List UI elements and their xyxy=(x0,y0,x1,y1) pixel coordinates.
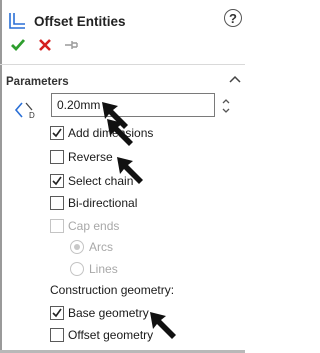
offset-entities-panel: Offset Entities ? Parameters D 0.20mm Ad… xyxy=(0,0,245,353)
pushpin-icon[interactable] xyxy=(64,38,80,52)
parameters-section-title: Parameters xyxy=(6,76,69,88)
cap-ends-label: Cap ends xyxy=(68,219,120,233)
base-geometry-option[interactable]: Base geometry xyxy=(50,306,149,320)
pointer-arrow-icon xyxy=(107,119,133,146)
offset-distance-icon: D xyxy=(14,102,35,120)
panel-title: Offset Entities xyxy=(34,13,126,29)
select-chain-checkbox[interactable] xyxy=(50,174,64,188)
lines-radio xyxy=(70,262,84,276)
action-bar xyxy=(10,38,92,52)
svg-text:D: D xyxy=(29,111,35,120)
construction-geometry-label: Construction geometry: xyxy=(50,283,175,297)
pointer-arrow-icon xyxy=(117,157,143,184)
arcs-option: Arcs xyxy=(70,240,113,254)
bi-directional-label: Bi-directional xyxy=(68,196,138,210)
offset-geometry-label: Offset geometry xyxy=(68,328,154,342)
offset-geometry-checkbox[interactable] xyxy=(50,328,64,342)
offset-entities-icon xyxy=(9,13,25,29)
cap-ends-option: Cap ends xyxy=(50,219,119,233)
bi-directional-option[interactable]: Bi-directional xyxy=(50,196,137,210)
arcs-label: Arcs xyxy=(89,240,113,254)
lines-label: Lines xyxy=(89,262,118,276)
offset-geometry-option[interactable]: Offset geometry xyxy=(50,328,153,342)
spinner-arrows-icon[interactable] xyxy=(220,96,232,116)
cancel-x-icon[interactable] xyxy=(38,38,52,52)
cap-ends-checkbox xyxy=(50,219,64,233)
lines-option: Lines xyxy=(70,262,118,276)
arcs-radio xyxy=(70,240,84,254)
help-icon[interactable]: ? xyxy=(224,9,242,27)
base-geometry-label: Base geometry xyxy=(68,306,149,320)
add-dimensions-checkbox[interactable] xyxy=(50,126,64,140)
panel-header: Offset Entities xyxy=(6,10,126,32)
header-divider xyxy=(0,64,245,65)
ok-checkmark-icon[interactable] xyxy=(10,38,26,52)
bi-directional-checkbox[interactable] xyxy=(50,196,64,210)
chevron-up-icon[interactable] xyxy=(229,74,241,84)
base-geometry-checkbox[interactable] xyxy=(50,306,64,320)
panel-left-border xyxy=(0,0,2,353)
pointer-arrow-icon xyxy=(150,312,176,339)
reverse-checkbox[interactable] xyxy=(50,150,64,164)
